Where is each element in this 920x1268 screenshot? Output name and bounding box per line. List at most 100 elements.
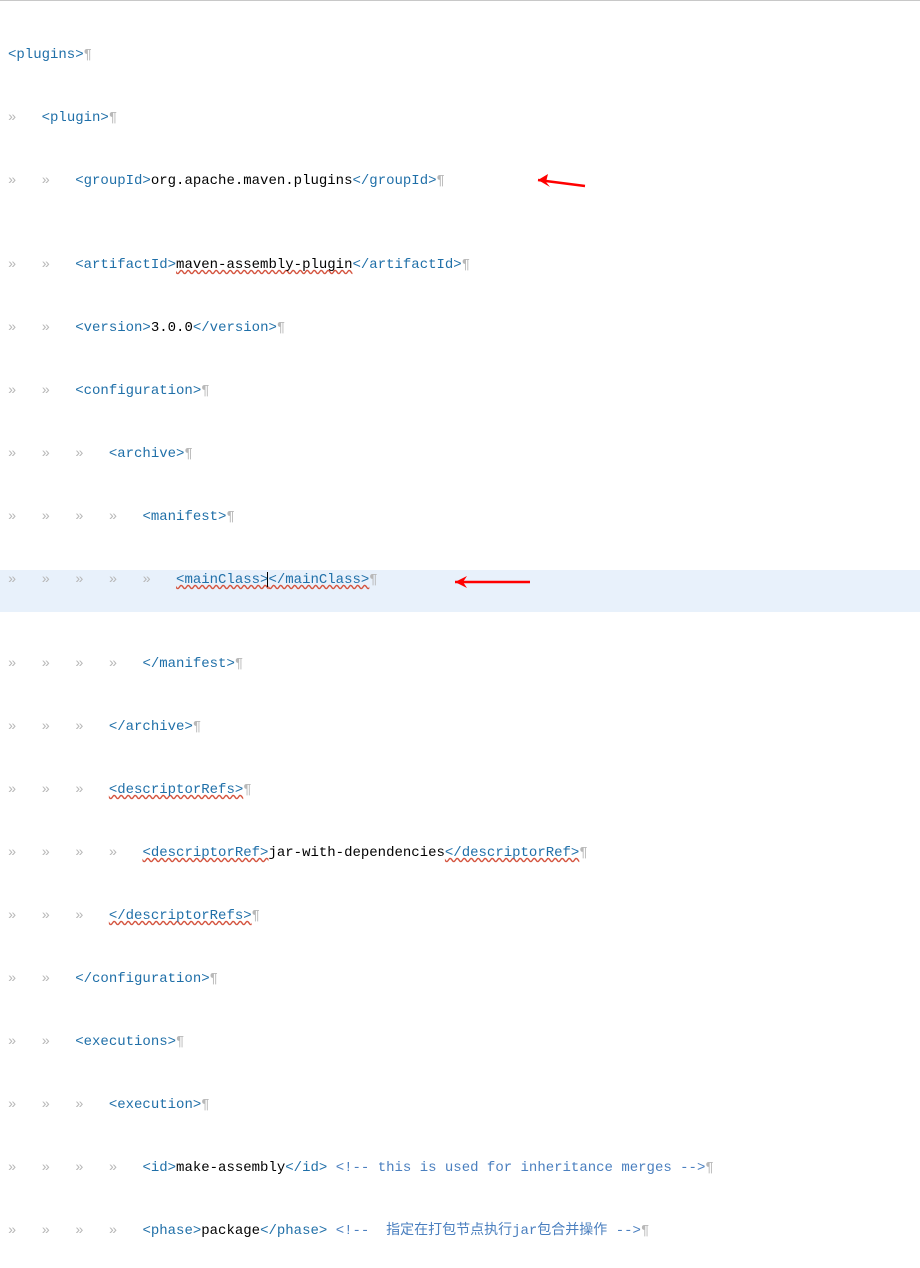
xml-tag: <executions>	[75, 1034, 176, 1050]
xml-tag: </id>	[285, 1160, 327, 1176]
code-line[interactable]: » » <executions>¶	[0, 1032, 920, 1053]
tab-ws: »	[109, 1223, 143, 1239]
code-line[interactable]: » » <artifactId>maven-assembly-plugin</a…	[0, 255, 920, 276]
tab-ws: »	[42, 1097, 76, 1113]
tab-ws: »	[8, 656, 42, 672]
xml-tag: <descriptorRefs>	[109, 782, 243, 798]
tab-ws: »	[8, 845, 42, 861]
tab-ws: »	[109, 656, 143, 672]
xml-text: make-assembly	[176, 1160, 285, 1176]
xml-tag: </descriptorRefs>	[109, 908, 252, 924]
tab-ws: »	[42, 971, 76, 987]
code-line[interactable]: » » » <execution>¶	[0, 1095, 920, 1116]
tab-ws: »	[42, 173, 76, 189]
tab-ws: »	[42, 782, 76, 798]
tab-ws: »	[42, 446, 76, 462]
xml-tag: <phase>	[142, 1223, 201, 1239]
tab-ws: »	[109, 845, 143, 861]
tab-ws: »	[109, 509, 143, 525]
tab-ws: »	[42, 845, 76, 861]
tab-ws: »	[42, 1034, 76, 1050]
pilcrow: ¶	[226, 509, 234, 525]
code-editor[interactable]: <plugins>¶ » <plugin>¶ » » <groupId>org.…	[0, 0, 920, 1268]
xml-tag: <execution>	[109, 1097, 201, 1113]
code-line[interactable]: » » » » <descriptorRef>jar-with-dependen…	[0, 843, 920, 864]
xml-tag: <descriptorRef>	[142, 845, 268, 861]
code-line[interactable]: » » » » <phase>package</phase> <!-- 指定在打…	[0, 1221, 920, 1242]
tab-ws: »	[8, 1223, 42, 1239]
xml-tag: </mainClass>	[268, 572, 369, 588]
pilcrow: ¶	[705, 1160, 713, 1176]
pilcrow: ¶	[462, 257, 470, 273]
xml-tag: </version>	[193, 320, 277, 336]
tab-ws: »	[8, 1160, 42, 1176]
code-line[interactable]: » » » » </manifest>¶	[0, 654, 920, 675]
tab-ws: »	[75, 656, 109, 672]
pilcrow: ¶	[193, 719, 201, 735]
pilcrow: ¶	[201, 1097, 209, 1113]
xml-tag: <version>	[75, 320, 151, 336]
xml-tag: <configuration>	[75, 383, 201, 399]
tab-ws: »	[8, 908, 42, 924]
tab-ws: »	[8, 173, 42, 189]
tab-ws: »	[75, 1097, 109, 1113]
pilcrow: ¶	[437, 173, 445, 189]
code-line[interactable]: » » » </archive>¶	[0, 717, 920, 738]
code-line[interactable]: » » <configuration>¶	[0, 381, 920, 402]
tab-ws: »	[42, 719, 76, 735]
code-line[interactable]: » » <groupId>org.apache.maven.plugins</g…	[0, 171, 920, 213]
tab-ws: »	[42, 320, 76, 336]
tab-ws: »	[75, 1160, 109, 1176]
xml-tag: </artifactId>	[352, 257, 461, 273]
tab-ws: »	[75, 509, 109, 525]
tab-ws: »	[8, 1097, 42, 1113]
tab-ws: »	[8, 110, 42, 126]
tab-ws: »	[42, 257, 76, 273]
code-line[interactable]: » » » </descriptorRefs>¶	[0, 906, 920, 927]
pilcrow: ¶	[252, 908, 260, 924]
pilcrow: ¶	[369, 572, 377, 588]
pilcrow: ¶	[243, 782, 251, 798]
xml-tag: <id>	[142, 1160, 176, 1176]
xml-comment: <!-- this is used for inheritance merges…	[336, 1160, 706, 1176]
tab-ws: »	[42, 383, 76, 399]
tab-ws: »	[8, 509, 42, 525]
tab-ws: »	[8, 971, 42, 987]
code-line[interactable]: » » » » <id>make-assembly</id> <!-- this…	[0, 1158, 920, 1179]
pilcrow: ¶	[109, 110, 117, 126]
xml-tag: <artifactId>	[75, 257, 176, 273]
tab-ws: »	[42, 1160, 76, 1176]
xml-tag: </descriptorRef>	[445, 845, 579, 861]
xml-tag: <plugins>	[8, 47, 84, 63]
tab-ws: »	[75, 446, 109, 462]
xml-tag: <manifest>	[142, 509, 226, 525]
tab-ws: »	[42, 572, 76, 588]
xml-tag: </archive>	[109, 719, 193, 735]
xml-tag: </groupId>	[352, 173, 436, 189]
annotation-arrow-icon	[530, 172, 590, 194]
tab-ws: »	[8, 1034, 42, 1050]
xml-text: 3.0.0	[151, 320, 193, 336]
code-line[interactable]: » » <version>3.0.0</version>¶	[0, 318, 920, 339]
tab-ws: »	[8, 257, 42, 273]
xml-text: package	[201, 1223, 260, 1239]
tab-ws: »	[42, 656, 76, 672]
pilcrow: ¶	[210, 971, 218, 987]
pilcrow: ¶	[277, 320, 285, 336]
pilcrow: ¶	[201, 383, 209, 399]
xml-tag: <plugin>	[42, 110, 109, 126]
code-line[interactable]: » » </configuration>¶	[0, 969, 920, 990]
tab-ws: »	[109, 1160, 143, 1176]
code-line[interactable]: » » » » <manifest>¶	[0, 507, 920, 528]
tab-ws: »	[8, 572, 42, 588]
tab-ws: »	[109, 572, 143, 588]
xml-tag: </phase>	[260, 1223, 327, 1239]
code-line-cursor[interactable]: » » » » » <mainClass></mainClass>¶	[0, 570, 920, 612]
code-line[interactable]: » » » <archive>¶	[0, 444, 920, 465]
code-line[interactable]: » <plugin>¶	[0, 108, 920, 129]
code-line[interactable]: <plugins>¶	[0, 45, 920, 66]
tab-ws: »	[142, 572, 176, 588]
annotation-arrow-icon	[445, 574, 535, 590]
code-line[interactable]: » » » <descriptorRefs>¶	[0, 780, 920, 801]
pilcrow: ¶	[235, 656, 243, 672]
